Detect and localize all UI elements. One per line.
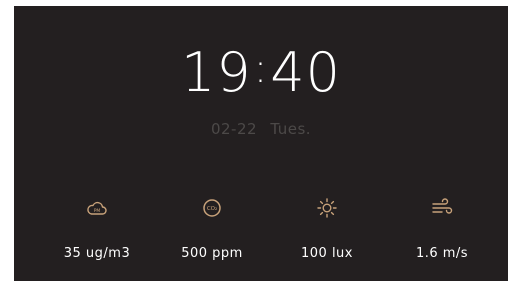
svg-text:CO₂: CO₂ [207,206,217,212]
sensor-light: 100 lux [272,196,382,261]
sensor-pm-value: 35 ug/m3 [63,246,131,261]
display-panel: 19:40 02-22 Tues. PM 35 ug/m3 CO₂ 500 pp… [14,6,508,281]
sensor-pm: PM 35 ug/m3 [42,196,152,261]
pm-cloud-icon: PM [87,201,107,215]
sun-icon [317,198,337,218]
sensor-co2-value: 500 ppm [181,246,243,261]
clock-date-row: 02-22 Tues. [14,120,508,138]
co2-icon: CO₂ [203,199,221,217]
clock-minutes: 40 [270,41,341,104]
clock-separator: : [253,46,269,92]
svg-text:PM: PM [94,208,101,214]
sensor-wind: 1.6 m/s [387,196,497,261]
sensor-wind-value: 1.6 m/s [415,246,469,261]
clock-hours: 19 [181,41,252,104]
clock-date: 02-22 [210,120,258,138]
clock-time: 19:40 [14,42,508,104]
clock-weekday: Tues. [270,120,312,138]
sensor-co2: CO₂ 500 ppm [157,196,267,261]
sensor-light-value: 100 lux [301,246,353,261]
wind-icon [432,198,453,214]
